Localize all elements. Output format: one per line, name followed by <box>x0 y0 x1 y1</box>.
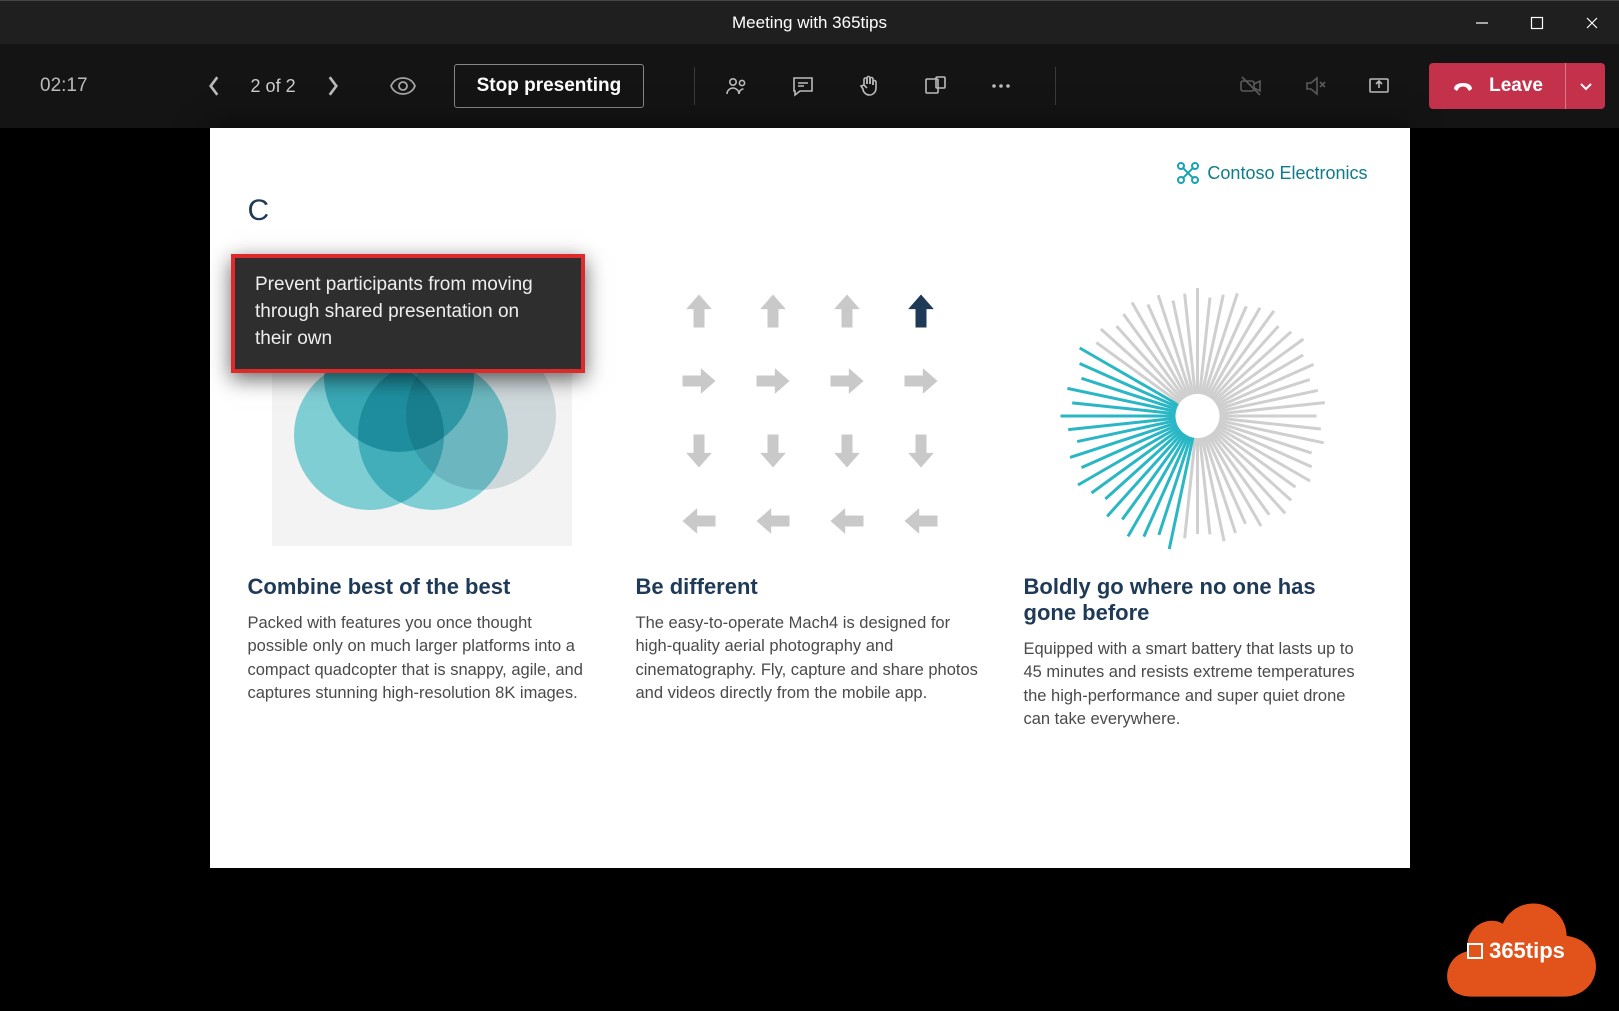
arrow-right-icon <box>819 353 875 409</box>
arrow-right-icon <box>745 353 801 409</box>
mute-icon[interactable] <box>1301 72 1329 100</box>
watermark-text: 365tips <box>1489 938 1565 964</box>
private-view-tooltip: Prevent participants from moving through… <box>231 254 585 373</box>
brand-icon <box>1177 162 1199 184</box>
column-1-body: Packed with features you once thought po… <box>248 612 596 706</box>
leave-menu-button[interactable] <box>1565 63 1605 109</box>
separator <box>1055 67 1056 105</box>
participants-icon[interactable] <box>723 72 751 100</box>
arrow-right-icon <box>893 353 949 409</box>
arrow-up-icon <box>745 283 801 339</box>
column-3-heading: Boldly go where no one has gone before <box>1024 574 1372 626</box>
brand-logo: Contoso Electronics <box>1177 162 1367 184</box>
leave-group: Leave <box>1429 63 1605 109</box>
office-icon <box>1467 943 1483 959</box>
slide-title: C <box>248 194 1372 228</box>
arrow-right-icon <box>671 353 727 409</box>
arrow-down-icon <box>671 423 727 479</box>
sunburst-graphic <box>1024 276 1372 556</box>
slide-count: 2 of 2 <box>251 76 296 97</box>
column-3: Boldly go where no one has gone before E… <box>1024 276 1372 732</box>
window-controls <box>1454 1 1619 45</box>
close-button[interactable] <box>1564 1 1619 45</box>
raise-hand-icon[interactable] <box>855 72 883 100</box>
presentation-stage: Contoso Electronics C Combine best of th… <box>0 128 1619 1011</box>
column-2: Be different The easy-to-operate Mach4 i… <box>636 276 984 732</box>
arrow-up-icon <box>819 283 875 339</box>
toolbar-right: Leave <box>1237 63 1605 109</box>
more-actions-icon[interactable] <box>987 72 1015 100</box>
arrow-up-icon <box>893 283 949 339</box>
title-bar: Meeting with 365tips <box>0 0 1619 44</box>
arrow-left-icon <box>819 493 875 549</box>
prev-slide-button[interactable] <box>203 75 225 97</box>
arrow-left-icon <box>745 493 801 549</box>
maximize-button[interactable] <box>1509 1 1564 45</box>
leave-label: Leave <box>1489 75 1543 97</box>
separator <box>694 67 695 105</box>
column-3-body: Equipped with a smart battery that lasts… <box>1024 638 1372 732</box>
stop-presenting-button[interactable]: Stop presenting <box>454 64 645 108</box>
arrow-down-icon <box>893 423 949 479</box>
brand-text: Contoso Electronics <box>1207 163 1367 184</box>
camera-off-icon[interactable] <box>1237 72 1265 100</box>
arrow-down-icon <box>819 423 875 479</box>
arrow-left-icon <box>893 493 949 549</box>
column-2-body: The easy-to-operate Mach4 is designed fo… <box>636 612 984 706</box>
private-view-button[interactable] <box>390 76 416 96</box>
toolbar-icons <box>723 72 1015 100</box>
watermark-365tips: 365tips <box>1435 895 1597 997</box>
window-title: Meeting with 365tips <box>732 13 887 33</box>
column-2-heading: Be different <box>636 574 984 600</box>
leave-button[interactable]: Leave <box>1429 63 1565 109</box>
arrow-left-icon <box>671 493 727 549</box>
meeting-timer: 02:17 <box>40 75 88 97</box>
slide-nav: 2 of 2 <box>203 75 344 97</box>
meeting-toolbar: 02:17 2 of 2 Stop presenting <box>0 44 1619 128</box>
slide: Contoso Electronics C Combine best of th… <box>210 128 1410 868</box>
arrow-grid-graphic <box>636 276 984 556</box>
arrow-up-icon <box>671 283 727 339</box>
share-icon[interactable] <box>1365 72 1393 100</box>
column-1-heading: Combine best of the best <box>248 574 596 600</box>
rooms-icon[interactable] <box>921 72 949 100</box>
arrow-down-icon <box>745 423 801 479</box>
chat-icon[interactable] <box>789 72 817 100</box>
minimize-button[interactable] <box>1454 1 1509 45</box>
next-slide-button[interactable] <box>322 75 344 97</box>
